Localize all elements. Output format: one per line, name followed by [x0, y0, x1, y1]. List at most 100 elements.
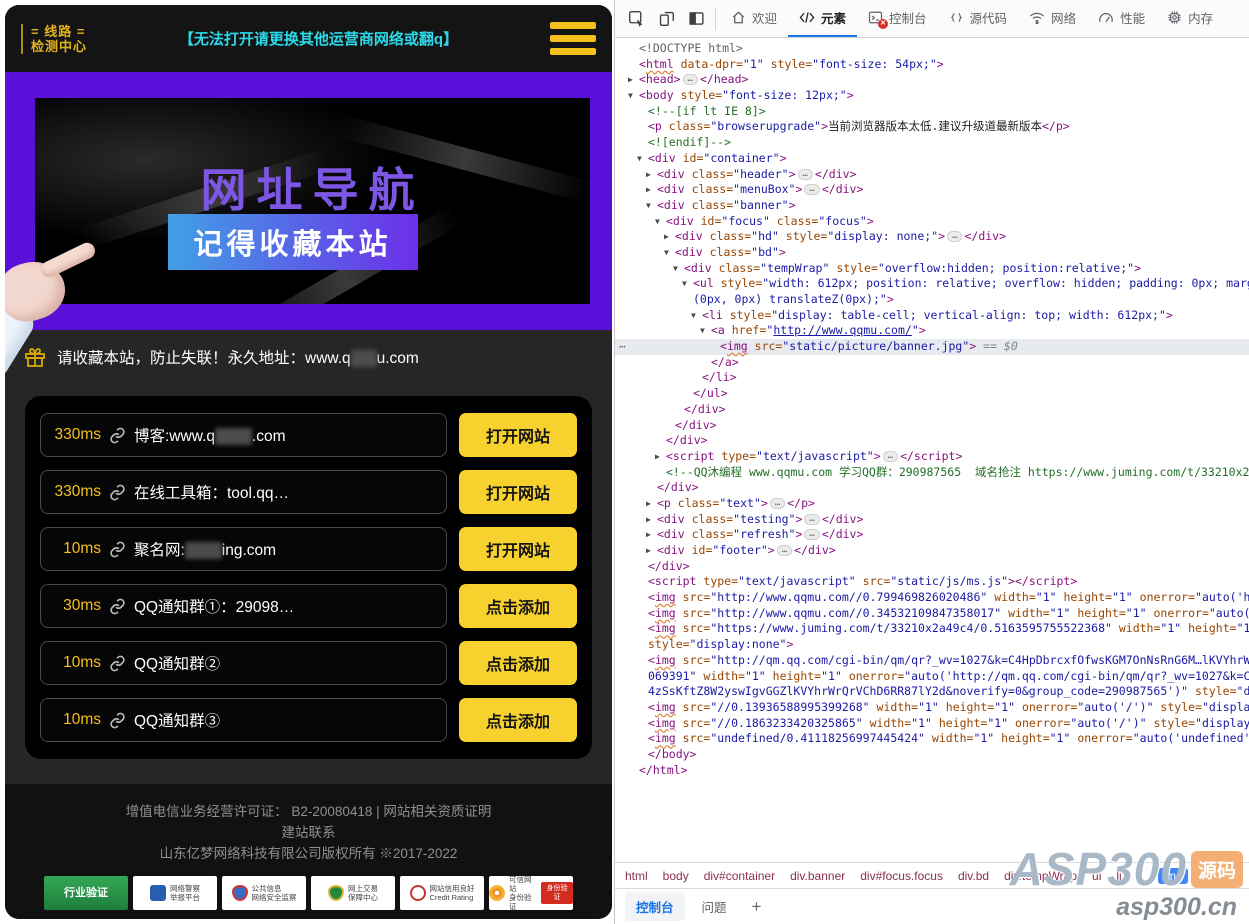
expand-inline-icon[interactable]: …	[683, 74, 698, 85]
drawer-tab-console[interactable]: 控制台	[625, 892, 685, 921]
code-line[interactable]: <img src="undefined/0.41118256997445424"…	[615, 731, 1249, 747]
code-line[interactable]: </html>	[615, 763, 1249, 779]
expand-arrow-icon[interactable]: ▶	[646, 512, 657, 528]
code-line[interactable]: ▶<div class="menuBox">…</div>	[615, 182, 1249, 198]
breadcrumb-item[interactable]: div#container	[704, 869, 775, 883]
open-site-button[interactable]: 点击添加	[459, 641, 577, 685]
code-line[interactable]: <!DOCTYPE html>	[615, 41, 1249, 57]
code-line[interactable]: 4zSsKftZ8W2yswIgvGGZlKVYhrWrQrVChD6RR87l…	[615, 684, 1249, 700]
code-line[interactable]: <!--QQ沐编程 www.qqmu.com 学习QQ群：290987565 域…	[615, 465, 1249, 481]
breadcrumb-item[interactable]: body	[663, 869, 689, 883]
code-line[interactable]: </div>	[615, 418, 1249, 434]
breadcrumb-item[interactable]: div.tempWrap	[1004, 869, 1077, 883]
breadcrumb-item[interactable]: div.bd	[958, 869, 989, 883]
code-line[interactable]: ▶<script type="text/javascript">…</scrip…	[615, 449, 1249, 465]
dock-icon[interactable]	[681, 0, 711, 37]
expand-inline-icon[interactable]: …	[804, 514, 819, 525]
code-line[interactable]: </div>	[615, 433, 1249, 449]
code-line[interactable]: ▶<div class="header">…</div>	[615, 167, 1249, 183]
breadcrumb-item[interactable]: div#focus.focus	[860, 869, 943, 883]
code-line[interactable]: <![endif]-->	[615, 135, 1249, 151]
code-line[interactable]: <script type="text/javascript" src="stat…	[615, 574, 1249, 590]
code-line[interactable]: ▼<li style="display: table-cell; vertica…	[615, 308, 1249, 324]
banner[interactable]: 网址导航 记得收藏本站	[5, 72, 612, 330]
code-line[interactable]: <img src="http://www.qqmu.com//0.7994698…	[615, 590, 1249, 606]
code-line[interactable]: </ul>	[615, 386, 1249, 402]
collapse-arrow-icon[interactable]: ▼	[637, 151, 648, 167]
code-line[interactable]: ▼<div class="banner">	[615, 198, 1249, 214]
code-line[interactable]: style="display:none">	[615, 637, 1249, 653]
open-site-button[interactable]: 点击添加	[459, 698, 577, 742]
code-line[interactable]: </a>	[615, 355, 1249, 371]
code-line[interactable]: ▼<a href="http://www.qqmu.com/">	[615, 323, 1249, 339]
open-site-button[interactable]: 打开网站	[459, 413, 577, 457]
expand-arrow-icon[interactable]: ▶	[628, 72, 639, 88]
collapse-arrow-icon[interactable]: ▼	[691, 308, 702, 324]
breadcrumb-item[interactable]: a	[1137, 869, 1144, 883]
code-line[interactable]: ▶<div id="footer">…</div>	[615, 543, 1249, 559]
footer-contact-line[interactable]: 建站联系	[5, 822, 612, 843]
tab-home[interactable]: 欢迎	[720, 0, 788, 37]
collapse-arrow-icon[interactable]: ▼	[655, 214, 666, 230]
expand-inline-icon[interactable]: …	[804, 184, 819, 195]
code-line[interactable]: ▶<div class="refresh">…</div>	[615, 527, 1249, 543]
expand-arrow-icon[interactable]: ▶	[646, 527, 657, 543]
expand-inline-icon[interactable]: …	[770, 498, 785, 509]
collapse-arrow-icon[interactable]: ▼	[628, 88, 639, 104]
code-line[interactable]: (0px, 0px) translateZ(0px);">	[615, 292, 1249, 308]
drawer-tab-issues[interactable]: 问题	[691, 892, 738, 921]
code-line[interactable]: ▼<div id="container">	[615, 151, 1249, 167]
add-drawer-tab-icon[interactable]: +	[744, 897, 770, 917]
code-line[interactable]: ▼<div class="tempWrap" style="overflow:h…	[615, 261, 1249, 277]
code-line[interactable]: <html data-dpr="1" style="font-size: 54p…	[615, 57, 1249, 73]
breadcrumb-item[interactable]: li	[1116, 869, 1121, 883]
collapse-arrow-icon[interactable]: ▼	[673, 261, 684, 277]
expand-inline-icon[interactable]: …	[798, 169, 813, 180]
code-line[interactable]: </li>	[615, 370, 1249, 386]
expand-arrow-icon[interactable]: ▶	[664, 229, 675, 245]
inspect-icon[interactable]	[621, 0, 651, 37]
code-line[interactable]: </div>	[615, 559, 1249, 575]
expand-inline-icon[interactable]: …	[804, 529, 819, 540]
code-line[interactable]: ▶<head>…</head>	[615, 72, 1249, 88]
device-toolbar-icon[interactable]	[651, 0, 681, 37]
collapse-arrow-icon[interactable]: ▼	[700, 323, 711, 339]
code-line[interactable]: ▼<div id="focus" class="focus">	[615, 214, 1249, 230]
open-site-button[interactable]: 打开网站	[459, 470, 577, 514]
tab-performance[interactable]: 性能	[1087, 0, 1156, 37]
open-site-button[interactable]: 打开网站	[459, 527, 577, 571]
tab-sources[interactable]: 源代码	[938, 0, 1019, 37]
expand-inline-icon[interactable]: …	[883, 451, 898, 462]
collapse-arrow-icon[interactable]: ▼	[664, 245, 675, 261]
code-line[interactable]: </div>	[615, 402, 1249, 418]
open-site-button[interactable]: 点击添加	[459, 584, 577, 628]
code-line[interactable]: <img src="//0.1863233420325865" width="1…	[615, 716, 1249, 732]
code-line[interactable]: ▼<ul style="width: 612px; position: rela…	[615, 276, 1249, 292]
expand-arrow-icon[interactable]: ▶	[646, 182, 657, 198]
tab-network[interactable]: 网络	[1018, 0, 1087, 37]
code-line[interactable]: <p class="browserupgrade">当前浏览器版本太低.建议升级…	[615, 119, 1249, 135]
expand-arrow-icon[interactable]: ▶	[646, 496, 657, 512]
code-line[interactable]: <img src="http://www.qqmu.com//0.3453210…	[615, 606, 1249, 622]
tab-memory[interactable]: 内存	[1156, 0, 1224, 37]
breadcrumb-item[interactable]: div.banner	[790, 869, 845, 883]
code-line[interactable]: ▶<div class="testing">…</div>	[615, 512, 1249, 528]
tab-console[interactable]: ✕控制台	[857, 0, 938, 37]
selected-line-gutter[interactable]: ⋯	[619, 339, 627, 355]
hamburger-menu-icon[interactable]	[550, 22, 596, 55]
code-line[interactable]: <img src="//0.13936588995399268" width="…	[615, 700, 1249, 716]
code-line[interactable]: </body>	[615, 747, 1249, 763]
code-line[interactable]: ▼<div class="bd">	[615, 245, 1249, 261]
code-line[interactable]: <!--[if lt IE 8]>	[615, 104, 1249, 120]
code-line[interactable]: 069391" width="1" height="1" onerror="au…	[615, 669, 1249, 685]
collapse-arrow-icon[interactable]: ▼	[646, 198, 657, 214]
expand-arrow-icon[interactable]: ▶	[655, 449, 666, 465]
expand-arrow-icon[interactable]: ▶	[646, 543, 657, 559]
expand-inline-icon[interactable]: …	[947, 231, 962, 242]
tab-elements[interactable]: 元素	[788, 0, 857, 37]
breadcrumb-item[interactable]: ul	[1092, 869, 1101, 883]
code-line[interactable]: ⋯<img src="static/picture/banner.jpg"> =…	[615, 339, 1249, 355]
expand-arrow-icon[interactable]: ▶	[646, 167, 657, 183]
code-line[interactable]: </div>	[615, 480, 1249, 496]
code-line[interactable]: ▶<p class="text">…</p>	[615, 496, 1249, 512]
